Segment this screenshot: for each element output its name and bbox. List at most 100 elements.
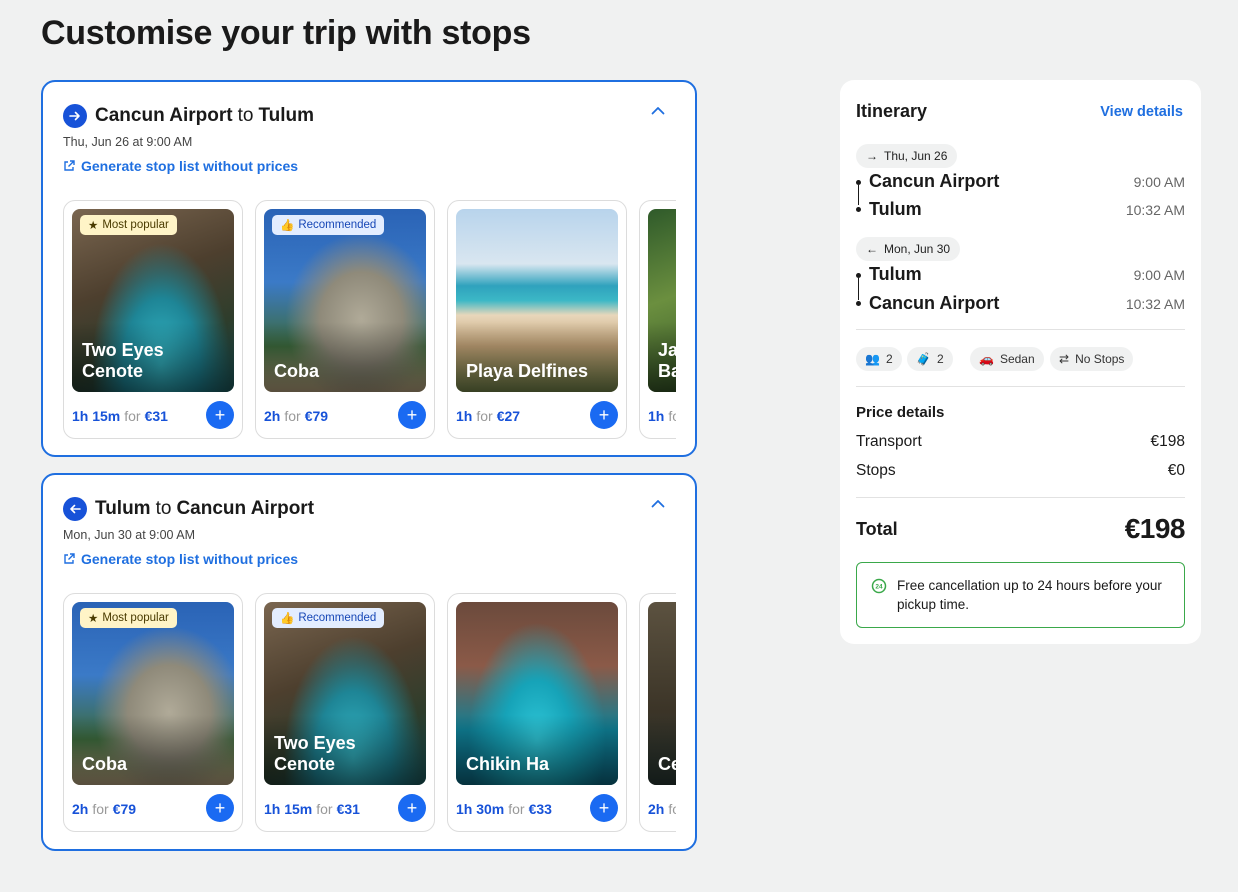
free-cancellation-notice: 24 Free cancellation up to 24 hours befo…: [856, 562, 1185, 628]
add-stop-button[interactable]: +: [398, 401, 426, 429]
leg-from: Tulum: [95, 498, 151, 519]
route-icon: ⇄: [1059, 352, 1070, 366]
total-value: €198: [1124, 513, 1186, 544]
generate-link-label: Generate stop list without prices: [81, 551, 299, 567]
stop-duration: 1h 30m: [456, 801, 505, 817]
plus-icon: +: [406, 404, 418, 425]
leg-connector: to: [155, 498, 172, 519]
leg-to: Cancun Airport: [176, 498, 315, 519]
for-label: for: [316, 801, 333, 817]
stop-image: 👍 Recommended Coba: [264, 209, 426, 392]
stop-time: 10:32 AM: [1125, 201, 1185, 218]
clock-24-icon: 24: [871, 578, 887, 594]
stop-card[interactable]: ★ Most popular Two Eyes Cenote 1h 15m for €…: [63, 200, 243, 439]
stop-card[interactable]: Cenote Tulum 2hfor: [639, 593, 676, 832]
plus-icon: +: [406, 797, 418, 818]
chevron-up-icon: [651, 107, 665, 115]
plus-icon: +: [214, 404, 226, 425]
stop-price: €31: [144, 408, 168, 424]
generate-stop-list-link[interactable]: Generate stop list without prices: [63, 551, 298, 567]
for-label: for: [124, 408, 141, 424]
stop-price: €79: [304, 408, 329, 424]
stop-image: ★ Most popular Two Eyes Cenote: [72, 209, 234, 392]
for-label: for: [476, 408, 493, 424]
itinerary-stop: Tulum 9:00 AM: [869, 264, 1185, 285]
stop-name: Two Eyes Cenote: [82, 340, 164, 381]
chevron-up-icon: [651, 500, 665, 508]
transport-price-row: Transport €198: [856, 433, 1185, 451]
add-stop-button[interactable]: +: [206, 794, 234, 822]
generate-link-label: Generate stop list without prices: [81, 158, 299, 174]
stop-price: €33: [528, 801, 552, 817]
leg-connector: to: [237, 105, 254, 126]
stop-name: Cancun Airport: [869, 171, 1000, 191]
for-label: for: [92, 801, 109, 817]
stop-name: Cenote Tulum: [658, 754, 676, 774]
itinerary-panel: Itinerary View details → Thu, Jun 26 Can…: [840, 80, 1201, 644]
add-stop-button[interactable]: +: [206, 401, 234, 429]
most-popular-badge: ★ Most popular: [80, 608, 177, 628]
passenger-count: 2: [885, 352, 893, 366]
stop-price-line: 1h 15m for €31: [264, 801, 360, 817]
leg-from: Cancun Airport: [95, 105, 233, 126]
most-popular-badge: ★ Most popular: [80, 215, 177, 235]
stop-card[interactable]: 👍 Recommended Coba 2h for €79 +: [255, 200, 435, 439]
stop-cards-carousel[interactable]: ★ Most popular Two Eyes Cenote 1h 15m for €…: [63, 200, 676, 440]
stops-chip: ⇄ No Stops: [1050, 347, 1134, 371]
add-stop-button[interactable]: +: [590, 794, 618, 822]
badge-label: Most popular: [102, 612, 169, 624]
stop-name: Playa Delfines: [466, 361, 589, 381]
thumbs-up-icon: 👍: [280, 613, 295, 625]
stops-label: Stops: [856, 462, 896, 479]
for-label: for: [668, 801, 676, 817]
luggage-chip: 🧳 2: [907, 347, 953, 371]
badge-label: Recommended: [298, 219, 377, 231]
external-link-icon: [63, 553, 75, 565]
timeline-line: [858, 185, 859, 205]
leg-outbound: Cancun Airport to Tulum Thu, Jun 26 at 9:0…: [41, 80, 697, 457]
stop-price-line: 2hfor: [648, 801, 676, 817]
stops-count: No Stops: [1075, 352, 1125, 366]
stop-card[interactable]: ★ Most popular Coba 2h for €79 +: [63, 593, 243, 832]
add-stop-button[interactable]: +: [398, 794, 426, 822]
for-label: for: [668, 408, 676, 424]
divider: [856, 497, 1185, 498]
itinerary-stop: Tulum 10:32 AM: [869, 199, 1185, 220]
view-details-link[interactable]: View details: [1100, 104, 1183, 120]
transport-label: Transport: [856, 433, 922, 450]
stop-duration: 1h: [648, 408, 665, 424]
total-label: Total: [856, 518, 898, 539]
stop-price: €31: [336, 801, 360, 817]
itinerary-stop: Cancun Airport 9:00 AM: [869, 171, 1185, 192]
stop-duration: 2h: [72, 801, 89, 817]
thumbs-up-icon: 👍: [280, 220, 295, 232]
stop-name: Tulum: [869, 199, 922, 219]
leg-date: Mon, Jun 30 at 9:00 AM: [63, 528, 196, 542]
stop-cards-carousel[interactable]: ★ Most popular Coba 2h for €79 + 👍 Recommend…: [63, 593, 676, 833]
stop-name: Jaguar Dreams Bay: [658, 340, 676, 381]
stop-time: 9:00 AM: [1133, 173, 1185, 190]
leg-header: Cancun Airport to Tulum: [63, 104, 314, 128]
stop-image: ★ Most popular Coba: [72, 602, 234, 785]
stop-image: Chikin Ha: [456, 602, 618, 785]
stop-card[interactable]: Playa Delfines 1h for €27 +: [447, 200, 627, 439]
stop-card[interactable]: Jaguar Dreams Bay 1hfor: [639, 200, 676, 439]
divider: [856, 386, 1185, 387]
stop-card[interactable]: 👍 Recommended Two Eyes Cenote 1h 15m for €3…: [255, 593, 435, 832]
stop-card[interactable]: Chikin Ha 1h 30m for €33 +: [447, 593, 627, 832]
stop-price: €79: [112, 801, 137, 817]
stop-duration: 2h: [264, 408, 281, 424]
car-icon: 🚗: [979, 352, 994, 366]
vehicle-type: Sedan: [999, 352, 1035, 366]
itinerary-title: Itinerary: [856, 101, 928, 121]
leg-inbound: Tulum to Cancun Airport Mon, Jun 30 at 9:0…: [41, 473, 697, 851]
stop-time: 9:00 AM: [1133, 266, 1185, 283]
recommended-badge: 👍 Recommended: [272, 608, 385, 628]
stop-time: 10:32 AM: [1125, 295, 1185, 312]
collapse-button[interactable]: [651, 499, 665, 508]
generate-stop-list-link[interactable]: Generate stop list without prices: [63, 158, 298, 174]
add-stop-button[interactable]: +: [590, 401, 618, 429]
stop-duration: 1h: [456, 408, 473, 424]
people-icon: 👥: [865, 352, 880, 366]
collapse-button[interactable]: [651, 106, 665, 115]
